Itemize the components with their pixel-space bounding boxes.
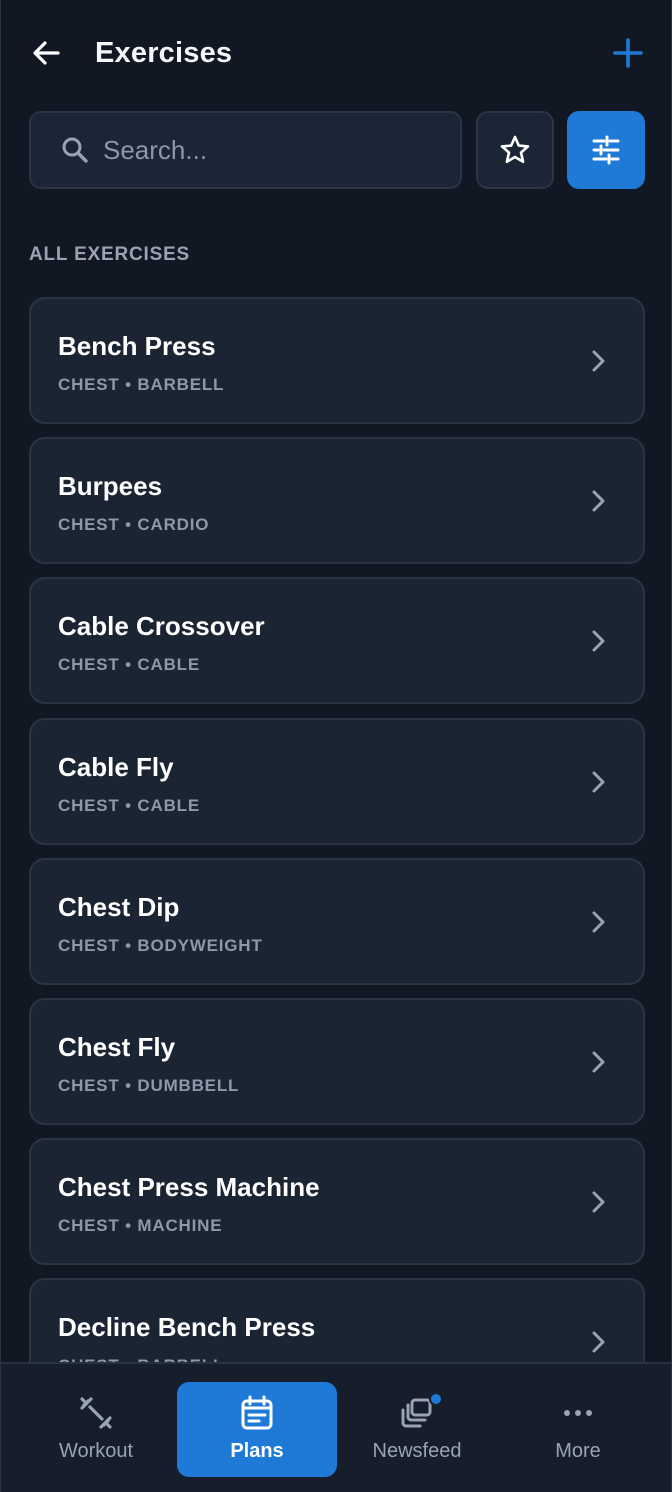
exercise-meta: CHEST • BODYWEIGHT (58, 936, 263, 955)
exercise-card[interactable]: Burpees CHEST • CARDIO (29, 437, 645, 564)
chevron-right-icon (588, 1047, 610, 1077)
exercise-card[interactable]: Chest Dip CHEST • BODYWEIGHT (29, 858, 645, 985)
exercise-meta: CHEST • CABLE (58, 796, 200, 815)
chevron-right-icon (588, 346, 610, 376)
app-screen: Exercises ALL E (0, 0, 672, 1492)
chevron-right-icon (588, 1187, 610, 1217)
nav-more[interactable]: More (498, 1382, 658, 1477)
favorites-filter-button[interactable] (476, 111, 554, 189)
calendar-icon (240, 1394, 274, 1432)
exercise-name: Chest Press Machine (58, 1172, 320, 1202)
plus-icon (613, 38, 643, 68)
nav-newsfeed[interactable]: Newsfeed (337, 1382, 497, 1477)
back-button[interactable] (27, 34, 65, 72)
chevron-right-icon (588, 1327, 610, 1357)
exercise-card[interactable]: Cable Fly CHEST • CABLE (29, 718, 645, 845)
sliders-icon (592, 135, 620, 165)
nav-label: Newsfeed (372, 1440, 462, 1462)
exercise-name: Cable Crossover (58, 611, 265, 641)
arrow-left-icon (33, 41, 60, 65)
chevron-right-icon (588, 767, 610, 797)
exercise-meta: CHEST • BARBELL (58, 375, 225, 394)
exercise-meta: CHEST • CARDIO (58, 515, 210, 534)
add-exercise-button[interactable] (607, 32, 649, 74)
page-title: Exercises (95, 37, 233, 69)
exercise-card[interactable]: Chest Fly CHEST • DUMBBELL (29, 998, 645, 1125)
section-heading: ALL EXERCISES (29, 244, 191, 265)
nav-label: Workout (58, 1440, 134, 1462)
exercise-name: Chest Fly (58, 1032, 176, 1062)
exercise-card[interactable]: Cable Crossover CHEST • CABLE (29, 577, 645, 704)
newsfeed-icon (399, 1392, 443, 1432)
chevron-right-icon (588, 626, 610, 656)
exercise-meta: CHEST • MACHINE (58, 1216, 223, 1235)
chevron-right-icon (588, 907, 610, 937)
notification-badge (429, 1392, 443, 1406)
dumbbell-icon (78, 1394, 114, 1432)
star-icon (500, 135, 530, 164)
exercise-meta: CHEST • CABLE (58, 655, 200, 674)
search-field[interactable] (29, 111, 462, 189)
chevron-right-icon (588, 486, 610, 516)
exercise-name: Burpees (58, 471, 163, 501)
exercise-name: Chest Dip (58, 892, 180, 922)
nav-label: More (555, 1440, 601, 1462)
top-bar: Exercises (1, 0, 671, 106)
search-icon (62, 137, 88, 163)
bottom-navigation: Workout Plans Newsfeed More (1, 1362, 671, 1492)
exercise-card[interactable]: Chest Press Machine CHEST • MACHINE (29, 1138, 645, 1265)
nav-plans[interactable]: Plans (177, 1382, 337, 1477)
exercise-card[interactable]: Bench Press CHEST • BARBELL (29, 297, 645, 424)
nav-label: Plans (230, 1440, 284, 1462)
exercise-name: Cable Fly (58, 752, 174, 782)
filter-button[interactable] (567, 111, 645, 189)
search-input[interactable] (103, 134, 423, 166)
nav-workout[interactable]: Workout (16, 1382, 176, 1477)
exercise-name: Bench Press (58, 331, 216, 361)
more-icon (562, 1394, 594, 1432)
exercise-meta: CHEST • DUMBBELL (58, 1076, 240, 1095)
exercise-name: Decline Bench Press (58, 1312, 316, 1342)
